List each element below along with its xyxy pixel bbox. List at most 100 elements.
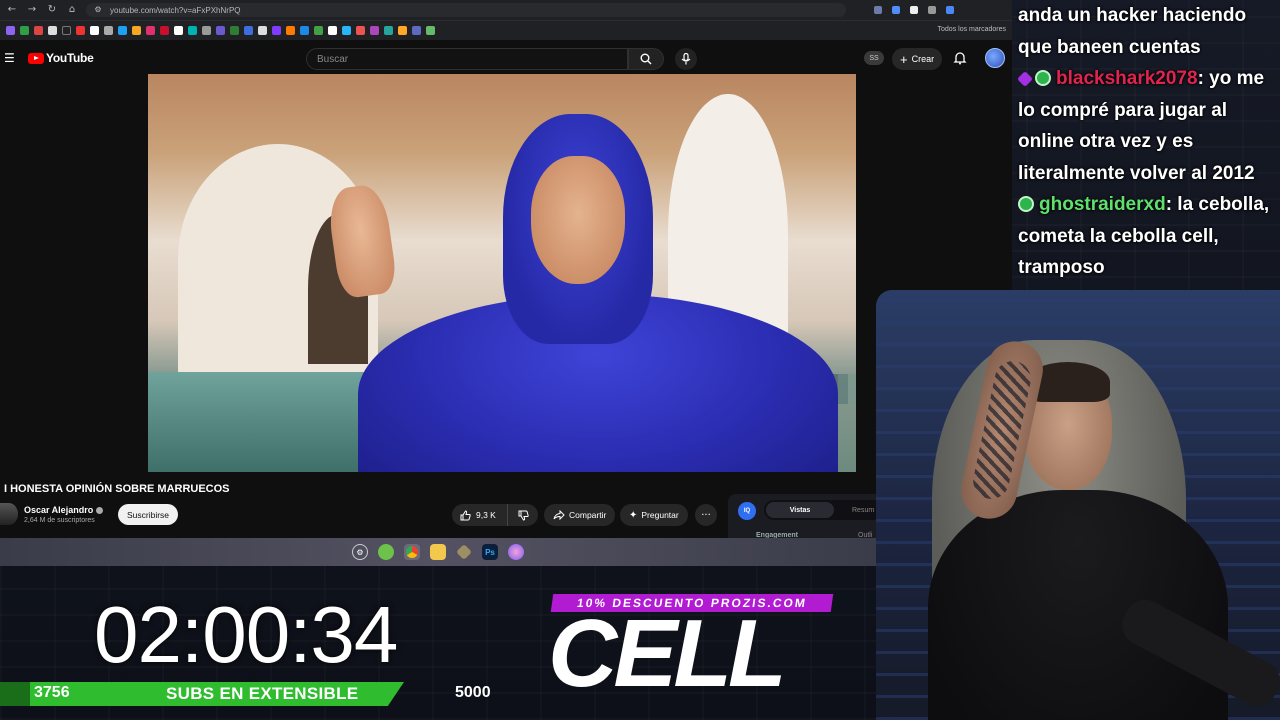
- hamburger-menu-icon[interactable]: ☰: [4, 51, 18, 65]
- subscriber-badge-icon: [1017, 71, 1033, 87]
- webcam-feed: [876, 290, 1280, 720]
- chat-username: blackshark2078: [1056, 68, 1198, 89]
- subscribe-button[interactable]: Suscribirse: [118, 504, 179, 525]
- plus-icon: +: [900, 51, 908, 67]
- browser-window: ← → ↻ ⌂ ⚙ youtube.com/watch?v=aFxPXhNrPQ: [0, 0, 1012, 566]
- bookmark-icon[interactable]: [272, 26, 281, 35]
- youtube-play-icon: [28, 52, 44, 64]
- bookmark-icon[interactable]: [230, 26, 239, 35]
- youtube-header: ☰ YouTube SS + Crear: [0, 40, 1012, 76]
- forward-icon[interactable]: →: [26, 4, 38, 16]
- vidiq-tab-views[interactable]: Vistas: [766, 502, 834, 518]
- share-icon: [553, 510, 565, 520]
- account-avatar[interactable]: [985, 48, 1005, 68]
- dislike-button[interactable]: [508, 504, 538, 526]
- bookmark-icon[interactable]: [328, 26, 337, 35]
- chat-message: blackshark2078: yo me lo compré para jug…: [1017, 63, 1276, 189]
- viewer-badge-icon: [1035, 70, 1051, 86]
- vidiq-panel: IQ Vistas Resum Engagement Outli: [728, 494, 894, 544]
- bookmark-icon[interactable]: [48, 26, 57, 35]
- like-count: 9,3 K: [476, 510, 496, 520]
- share-button[interactable]: Compartir: [544, 504, 616, 526]
- subs-progress-bar-cap: [0, 682, 30, 706]
- viewer-badge-icon: [1018, 196, 1034, 212]
- bookmark-icon[interactable]: [132, 26, 141, 35]
- more-actions-button[interactable]: ···: [695, 504, 717, 526]
- video-player[interactable]: [148, 74, 856, 472]
- bookmark-icon[interactable]: [216, 26, 225, 35]
- bookmark-icon[interactable]: [104, 26, 113, 35]
- bookmark-icon[interactable]: [174, 26, 183, 35]
- bookmark-icon[interactable]: [34, 26, 43, 35]
- extension-icons: [874, 6, 954, 14]
- bookmark-icon[interactable]: [160, 26, 169, 35]
- bookmark-icon[interactable]: [356, 26, 365, 35]
- bookmarks-bar: Todos los marcadores: [0, 20, 1012, 40]
- channel-name-text: Oscar Alejandro: [24, 505, 94, 515]
- search-button[interactable]: [628, 48, 664, 70]
- bookmark-icon[interactable]: [342, 26, 351, 35]
- subs-current-count: 3756: [34, 684, 70, 701]
- bookmark-icon[interactable]: [202, 26, 211, 35]
- extension-icon[interactable]: [928, 6, 936, 14]
- voice-search-button[interactable]: [675, 48, 697, 70]
- reload-icon[interactable]: ↻: [46, 4, 58, 16]
- search-icon: [640, 53, 652, 65]
- bookmark-icon[interactable]: [286, 26, 295, 35]
- create-label: Crear: [911, 54, 935, 64]
- taskbar: ⚙ Ps: [0, 538, 876, 566]
- site-info-icon[interactable]: ⚙: [92, 4, 104, 16]
- bookmark-icon[interactable]: [188, 26, 197, 35]
- bookmark-icon[interactable]: [90, 26, 99, 35]
- extension-icon[interactable]: [910, 6, 918, 14]
- address-bar[interactable]: ⚙ youtube.com/watch?v=aFxPXhNrPQ: [86, 3, 846, 17]
- bookmark-icon[interactable]: [398, 26, 407, 35]
- brand-logo-text: CELL: [548, 600, 787, 707]
- bookmark-icon[interactable]: [384, 26, 393, 35]
- bookmark-icon[interactable]: [314, 26, 323, 35]
- bookmark-icon[interactable]: [6, 26, 15, 35]
- bookmark-icon[interactable]: [146, 26, 155, 35]
- create-button[interactable]: + Crear: [892, 48, 943, 70]
- verified-badge-icon: [96, 506, 104, 514]
- subs-goal-count: 5000: [455, 684, 491, 701]
- back-icon[interactable]: ←: [6, 4, 18, 16]
- extension-icon[interactable]: [892, 6, 900, 14]
- bookmark-icon[interactable]: [244, 26, 253, 35]
- bookmark-icon[interactable]: [258, 26, 267, 35]
- like-button[interactable]: 9,3 K: [452, 504, 508, 526]
- taskbar-app-icon[interactable]: ⚙: [352, 544, 368, 560]
- bookmark-icon[interactable]: [370, 26, 379, 35]
- thumbs-down-icon: [518, 510, 529, 521]
- notifications-bell-icon[interactable]: [953, 51, 967, 65]
- ask-button[interactable]: ✦ Preguntar: [620, 504, 688, 526]
- bookmark-icon[interactable]: [118, 26, 127, 35]
- ss-badge[interactable]: SS: [864, 51, 884, 65]
- vidiq-tab-summary[interactable]: Resum: [852, 507, 874, 514]
- file-explorer-icon[interactable]: [430, 544, 446, 560]
- vidiq-logo[interactable]: IQ: [738, 502, 756, 520]
- chrome-icon[interactable]: [404, 544, 420, 560]
- photoshop-icon[interactable]: Ps: [482, 544, 498, 560]
- taskbar-app-icon[interactable]: [378, 544, 394, 560]
- home-icon[interactable]: ⌂: [66, 4, 78, 16]
- channel-name[interactable]: Oscar Alejandro: [24, 505, 104, 515]
- bookmark-icon[interactable]: [62, 26, 71, 35]
- bookmark-icon[interactable]: [20, 26, 29, 35]
- thumbs-up-icon: [460, 509, 471, 520]
- bookmark-icon[interactable]: [76, 26, 85, 35]
- vidiq-tabs: Vistas Resum: [764, 500, 894, 520]
- extension-icon[interactable]: [946, 6, 954, 14]
- extension-icon[interactable]: [874, 6, 882, 14]
- taskbar-app-icon[interactable]: [508, 544, 524, 560]
- bookmark-icon[interactable]: [426, 26, 435, 35]
- bookmark-icon[interactable]: [412, 26, 421, 35]
- taskbar-app-icon[interactable]: [456, 544, 472, 560]
- bookmark-icon[interactable]: [300, 26, 309, 35]
- address-url: youtube.com/watch?v=aFxPXhNrPQ: [110, 5, 241, 15]
- search-input[interactable]: [317, 53, 627, 65]
- all-bookmarks-link[interactable]: Todos los marcadores: [938, 26, 1006, 33]
- youtube-logo-text: YouTube: [46, 51, 94, 65]
- channel-avatar[interactable]: [0, 503, 18, 525]
- youtube-logo[interactable]: YouTube: [28, 51, 94, 65]
